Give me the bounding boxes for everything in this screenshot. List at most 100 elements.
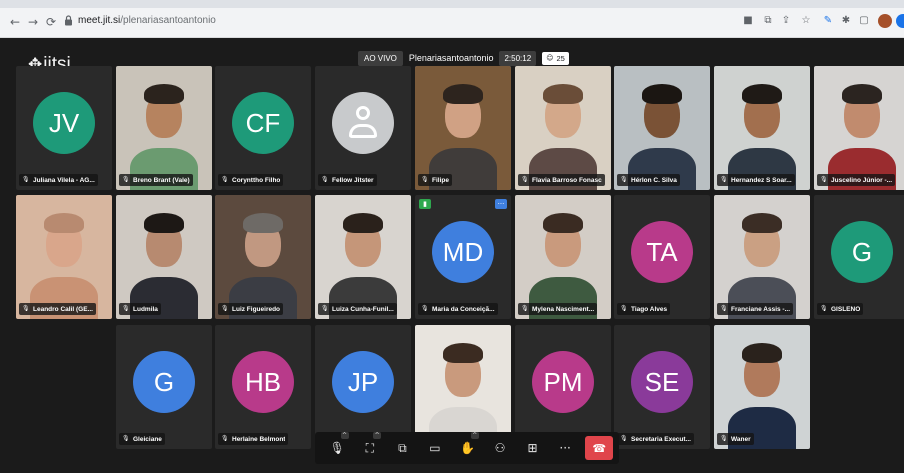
address-bar[interactable]: meet.jit.si/plenariasantoantonio [62,13,712,31]
participant-tile[interactable]: CF 🎙 Corynttho Filho [215,66,311,190]
sidepanel-icon[interactable]: ▢ [858,15,870,27]
participant-tile[interactable]: 🎙 Flavia Barroso Fonasc [515,66,611,190]
caret-icon[interactable]: ^ [373,432,382,439]
participant-name: Luiz Figueiredo [232,305,281,313]
chat-icon: ▭ [429,441,441,455]
participant-name-tag: 🎙 Filipe [418,174,452,186]
screenshare-button[interactable]: ⧉ [386,435,419,461]
participant-tile[interactable]: 🎙 Luiz Figueiredo [215,195,311,319]
participant-tile[interactable]: JP🎙João Pedro [315,325,411,449]
avatar-initials: JP [332,351,394,414]
participant-name: Secretaria Execut... [631,435,691,443]
extension-icon[interactable]: ✎ [822,15,834,27]
mic-muted-icon: 🎙 [122,435,130,442]
participant-name: Fellow Jitster [332,176,374,184]
participant-name-tag: 🎙 Leandro Calil (GE... [19,303,96,315]
participant-tile[interactable]: G 🎙 Gleiciane [116,325,212,449]
participant-tile[interactable]: 🎙 Filipe [415,66,511,190]
hangup-icon: ☎ [592,441,607,455]
participant-video [714,325,810,449]
participant-tile[interactable] [415,325,511,449]
puzzle-icon[interactable]: ✱ [840,15,852,27]
participant-tile[interactable]: SE 🎙 Secretaria Execut... [614,325,710,449]
participant-name-tag: 🎙 Luiza Cunha-Funil... [318,303,397,315]
person-hair [543,213,583,233]
share-icon[interactable]: ⇪ [780,15,792,27]
participant-tile[interactable]: 🎙 Fellow Jitster [315,66,411,190]
open-in-icon[interactable]: ⧉ [762,15,774,27]
profile-menu[interactable] [896,14,904,28]
participant-tile[interactable]: MD ▮ ··· 🎙 Maria da Conceiçã... [415,195,511,319]
connection-indicator-icon[interactable]: ▮ [419,199,431,209]
url-text[interactable]: meet.jit.si/plenariasantoantonio [78,15,216,26]
browser-chrome: ← → ⟳ meet.jit.si/plenariasantoantonio ■… [0,0,904,38]
participant-name-tag: 🎙 Juliana Vilela - AG... [19,174,98,186]
participant-video [215,195,311,319]
participant-tile[interactable]: G 🎙 GISLENO [814,195,904,319]
participants-button[interactable]: ⚇ [484,435,517,461]
participant-tile[interactable]: 🎙 Breno Brant (Vale) [116,66,212,190]
caret-icon[interactable]: ^ [470,432,479,439]
participant-tile[interactable]: 🎙 Leandro Calil (GE... [16,195,112,319]
avatar-initials: CF [232,92,294,155]
participant-tile[interactable]: 🎙 Ludmila [116,195,212,319]
caret-icon[interactable]: ^ [340,432,349,439]
participant-name-tag: 🎙 Secretaria Execut... [617,433,694,445]
avatar-initials: MD [432,221,494,284]
meeting-area: ✥jitsi AO VIVO Plenariasantoantonio 2:50… [8,38,904,473]
mic-muted-icon: 🎙 [720,305,728,312]
person-hair [742,343,782,363]
participant-tile[interactable]: 🎙 Juscelino Júnior -... [814,66,904,190]
participant-tile[interactable]: PM🎙Paulo M [515,325,611,449]
participant-tile[interactable]: 🎙 Hérlon C. Silva [614,66,710,190]
profile-avatar[interactable] [878,14,892,28]
raise-hand-button[interactable]: ✋ ^ [451,432,484,461]
mic-muted-icon: 🎙 [22,176,30,183]
camera-off-icon: ⛶ [365,440,375,455]
chat-button[interactable]: ▭ [419,435,452,461]
person-hair [443,84,483,104]
mic-muted-button[interactable]: 🎙 ^ [321,432,354,461]
mic-muted-icon: 🎙 [720,435,728,442]
person-hair [144,213,184,233]
participant-name: Tiago Alves [631,305,668,313]
reload-icon[interactable]: ⟳ [44,15,58,29]
tile-view-button[interactable]: ⊞ [516,435,549,461]
participant-name: Filipe [432,176,449,184]
raise-hand-icon: ✋ [459,441,475,455]
avatar-initials: SE [631,351,693,414]
mic-muted-icon: 🎙 [521,176,529,183]
camera-off-button[interactable]: ⛶ ^ [354,432,387,461]
default-avatar-icon [332,92,394,155]
participant-name: Ludmila [133,305,158,313]
participant-tile[interactable]: HB 🎙 Herlaine Belmont [215,325,311,449]
participant-name: Franciane Assis -... [731,305,791,313]
participant-name-tag: 🎙 Corynttho Filho [218,174,284,186]
mic-muted-icon: 🎙 [221,176,229,183]
avatar-initials: HB [232,351,294,414]
more-button[interactable]: ··· [549,435,582,461]
star-icon[interactable]: ☆ [800,15,812,27]
participant-name-tag: 🎙 Herlaine Belmont [218,433,289,445]
avatar-body [349,124,377,139]
participant-video [415,325,511,449]
install-icon[interactable]: ■ [742,15,754,27]
participant-tile[interactable]: TA 🎙 Tiago Alves [614,195,710,319]
person-hair [243,213,283,233]
participant-name-tag: 🎙 GISLENO [817,303,864,315]
participant-tile[interactable]: 🎙 Hernandez S Soar... [714,66,810,190]
back-icon[interactable]: ← [8,15,22,29]
participant-name-tag: 🎙 Waner [717,433,754,445]
hangup-button[interactable]: ☎ [585,436,613,460]
participant-tile[interactable]: 🎙 Waner [714,325,810,449]
tile-menu-icon[interactable]: ··· [495,199,507,209]
participant-video [116,195,212,319]
live-badge: AO VIVO [358,50,403,66]
participant-tile[interactable]: 🎙 Franciane Assis -... [714,195,810,319]
participant-tile[interactable]: 🎙 Mylena Nasciment... [515,195,611,319]
participant-tile[interactable]: 🎙 Luiza Cunha-Funil... [315,195,411,319]
participant-count-badge[interactable]: ☺ 25 [542,51,569,65]
participant-tile[interactable]: JV 🎙 Juliana Vilela - AG... [16,66,112,190]
forward-icon[interactable]: → [26,15,40,29]
participant-name-tag: 🎙 Tiago Alves [617,303,671,315]
